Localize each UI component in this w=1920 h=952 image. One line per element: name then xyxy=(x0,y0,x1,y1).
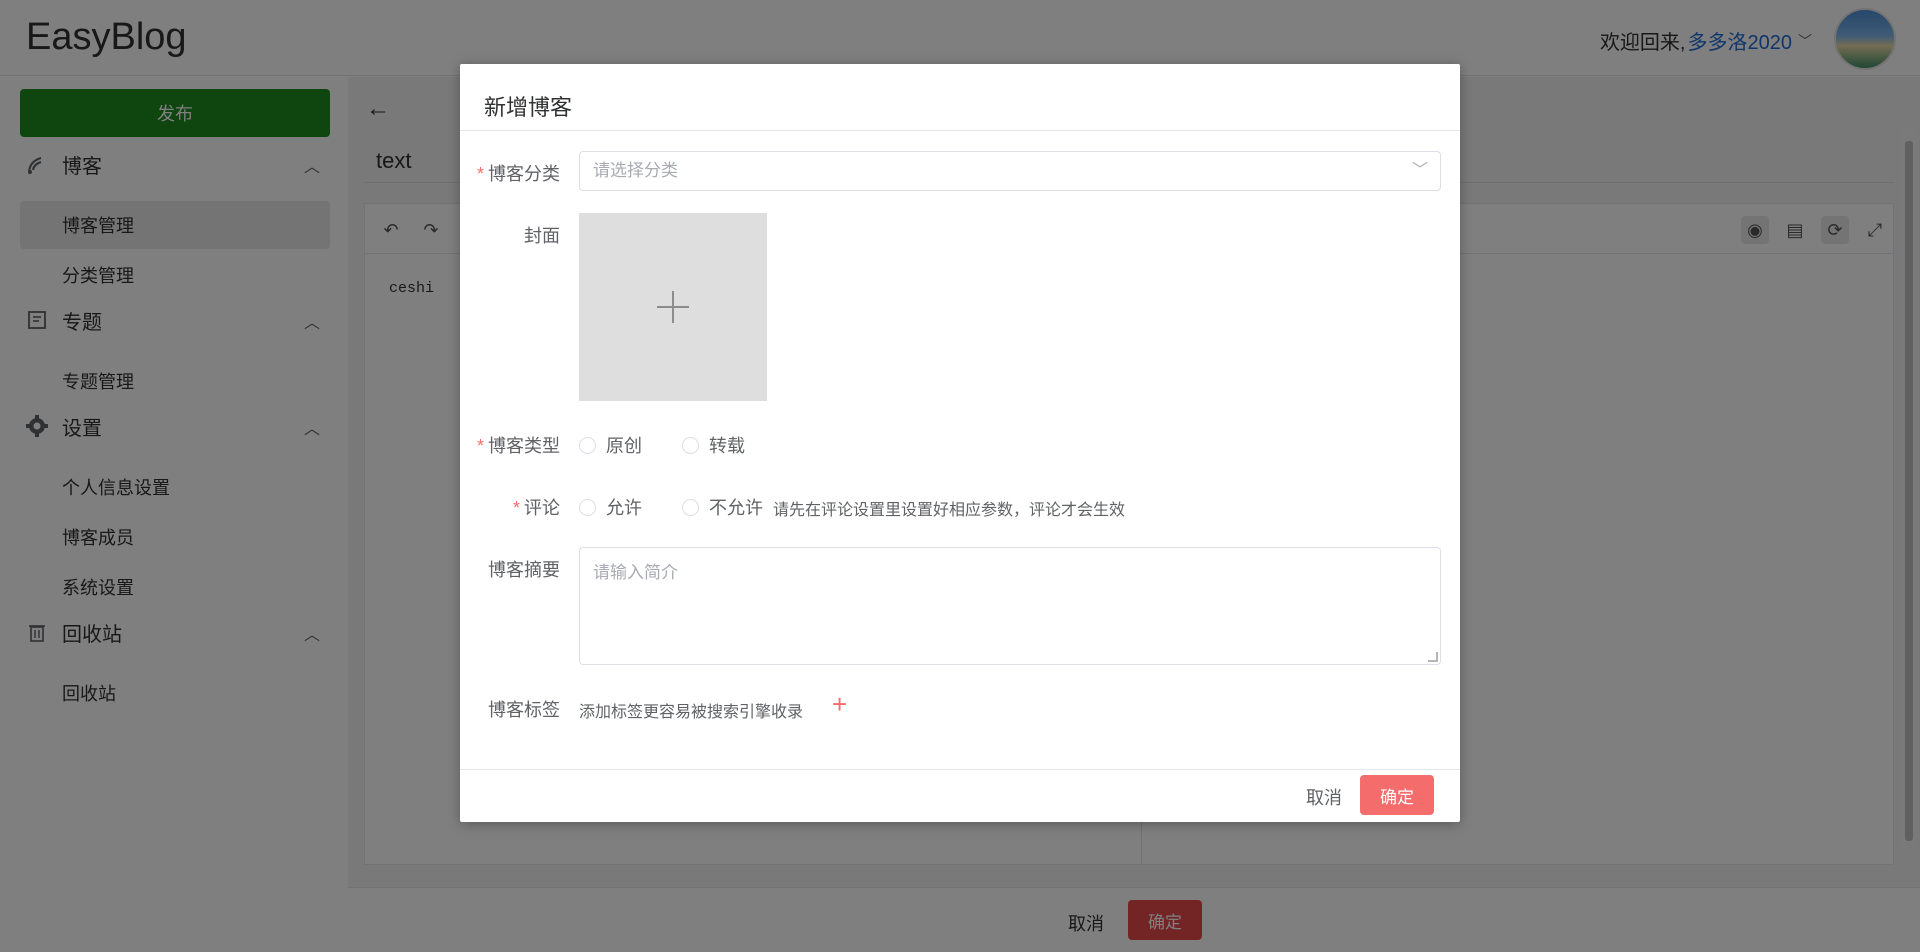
add-blog-dialog: 新增博客 * 博客分类 请选择分类 ﹀ 封面 * 博客类型 原创 转载 * 评论 允许… xyxy=(460,64,1460,822)
radio-circle[interactable] xyxy=(682,498,699,516)
divider xyxy=(460,130,1460,131)
comment-radio-disallow[interactable]: 不允许 xyxy=(682,494,763,520)
category-label: * 博客分类 xyxy=(476,164,560,184)
dialog-confirm-button[interactable]: 确定 xyxy=(1360,775,1434,815)
radio-circle[interactable] xyxy=(579,436,596,454)
add-tag-icon[interactable]: + xyxy=(832,689,847,720)
resize-handle[interactable] xyxy=(1428,652,1438,662)
comment-radio-allow[interactable]: 允许 xyxy=(579,494,642,520)
dialog-cancel-button[interactable]: 取消 xyxy=(1306,784,1342,810)
tags-label: 博客标签 xyxy=(488,700,560,720)
cover-uploader[interactable] xyxy=(579,213,767,401)
type-radio-original[interactable]: 原创 xyxy=(579,432,642,458)
summary-label: 博客摘要 xyxy=(488,560,560,580)
divider xyxy=(460,769,1460,770)
comment-hint: 请先在评论设置里设置好相应参数，评论才会生效 xyxy=(773,502,1126,519)
category-select[interactable]: 请选择分类 ﹀ xyxy=(579,151,1441,191)
plus-icon xyxy=(657,291,689,323)
tags-hint: 添加标签更容易被搜索引擎收录 xyxy=(579,704,804,721)
chevron-down-icon: ﹀ xyxy=(1411,162,1428,179)
dialog-title: 新增博客 xyxy=(484,95,573,120)
radio-circle[interactable] xyxy=(579,498,596,516)
type-radio-repost[interactable]: 转载 xyxy=(682,432,745,458)
radio-circle[interactable] xyxy=(682,436,699,454)
category-placeholder: 请选择分类 xyxy=(593,161,678,180)
cover-label: 封面 xyxy=(524,226,560,246)
summary-textarea[interactable]: 请输入简介 xyxy=(579,547,1441,665)
type-label: * 博客类型 xyxy=(476,436,560,456)
summary-placeholder: 请输入简介 xyxy=(593,563,678,582)
comment-label: * 评论 xyxy=(512,498,560,518)
